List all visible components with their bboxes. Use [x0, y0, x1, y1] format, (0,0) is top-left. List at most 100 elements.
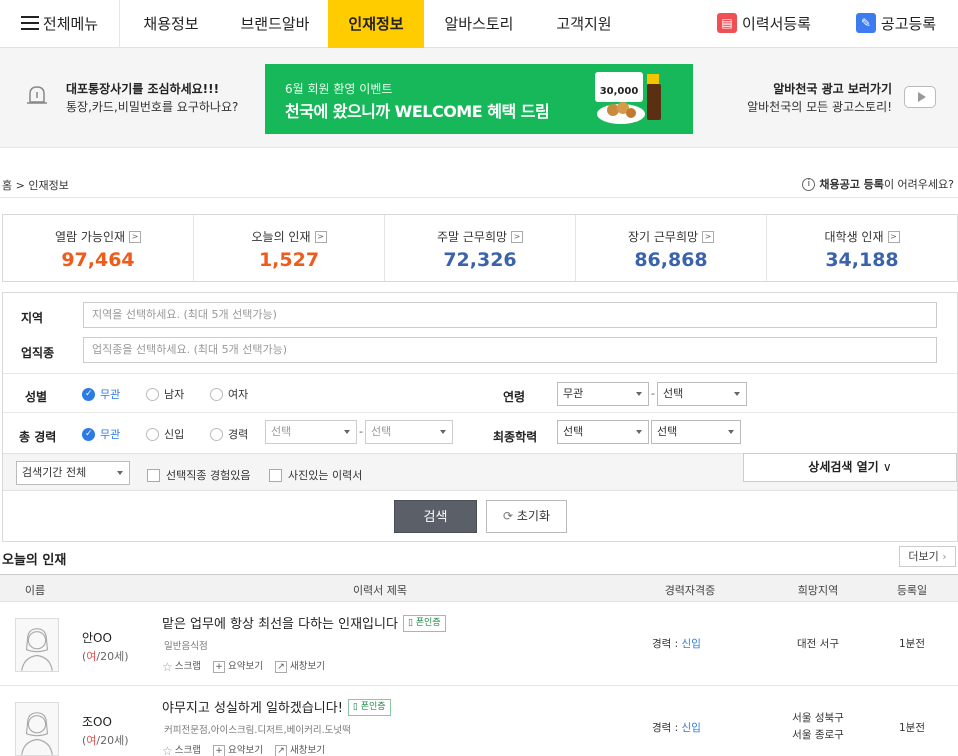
career-to-select[interactable]: 선택: [365, 420, 453, 444]
scrap-button[interactable]: ☆ 스크랩: [162, 660, 201, 674]
promo-title: 천국에 왔으니까 WELCOME 혜택 드림: [285, 102, 550, 121]
summary-button[interactable]: + 요약보기: [213, 660, 263, 673]
chevron-down-icon: [636, 430, 642, 434]
search-panel: 지역 지역을 선택하세요. (최대 5개 선택가능) 업직종 업직종을 선택하세…: [2, 292, 958, 542]
registered-time: 1분전: [898, 638, 925, 650]
resume-icon: ▤: [716, 12, 737, 33]
promo-subtitle: 6월 회원 환영 이벤트: [285, 82, 393, 96]
candidate-gender: 여: [86, 650, 97, 663]
search-button[interactable]: 검색: [394, 500, 477, 533]
chevron-right-icon: >: [511, 230, 524, 243]
period-select[interactable]: 검색기간 전체: [16, 461, 130, 485]
select-value: 무관: [563, 387, 584, 400]
radio-label: 무관: [100, 388, 121, 401]
radio-label: 경력: [228, 428, 249, 441]
stat-browsable[interactable]: 열람 가능인재 > 97,464: [3, 215, 194, 281]
education-label: 최종학력: [493, 430, 538, 444]
chevron-down-icon: [636, 392, 642, 396]
chevron-right-icon: >: [314, 230, 327, 243]
help-bold: 채용공고 등록: [819, 178, 884, 191]
stat-longterm[interactable]: 장기 근무희망 > 86,868: [576, 215, 767, 281]
gender-radio-male[interactable]: 남자: [146, 387, 184, 402]
desired-region-list: 서울 성북구서울 종로구: [770, 710, 866, 744]
header-name: 이름: [24, 584, 46, 597]
warning-title: 대포통장사기를 조심하세요!!!: [66, 82, 220, 96]
stat-value: 97,464: [61, 249, 135, 271]
desired-region: 서울 종로구: [792, 729, 844, 741]
header-career: 경력자격증: [664, 584, 716, 597]
education-from-select[interactable]: 선택: [557, 420, 649, 444]
radio-icon: [146, 387, 159, 401]
resume-title-text: 야무지고 성실하게 일하겠습니다!: [162, 701, 343, 716]
checkbox-icon: [269, 468, 282, 482]
play-icon[interactable]: [904, 86, 936, 108]
chevron-down-icon: [440, 430, 446, 434]
promo-banner[interactable]: 6월 회원 환영 이벤트 천국에 왔으니까 WELCOME 혜택 드림 30,0…: [265, 64, 693, 134]
experience-checkbox[interactable]: 선택직종 경험있음: [147, 467, 250, 483]
radio-label: 무관: [100, 428, 121, 441]
all-menu-button[interactable]: 전체메뉴: [0, 0, 120, 48]
job-input[interactable]: 업직종을 선택하세요. (최대 5개 선택가능): [83, 337, 937, 363]
job-register-link[interactable]: ✎ 공고등록: [846, 0, 946, 48]
radio-checked-icon: [82, 387, 95, 401]
registered-time: 1분전: [898, 722, 925, 734]
table-row[interactable]: 조OO (여/20세) 야무지고 성실하게 일하겠습니다! ▯ 폰인증 커피전문점…: [0, 686, 958, 756]
nav-item-brand[interactable]: 브랜드알바: [222, 0, 328, 48]
resume-register-label: 이력서등록: [741, 15, 811, 33]
stat-value: 1,527: [258, 249, 320, 271]
new-window-button[interactable]: ↗ 새창보기: [275, 660, 325, 673]
stat-value: 34,188: [825, 249, 899, 271]
nav-item-support[interactable]: 고객지원: [534, 0, 634, 48]
new-window-label: 새창보기: [290, 661, 325, 672]
job-label: 업직종: [21, 346, 55, 360]
stat-weekend[interactable]: 주말 근무희망 > 72,326: [385, 215, 576, 281]
photo-checkbox[interactable]: 사진있는 이력서: [269, 467, 362, 483]
candidate-gender: 여: [86, 734, 97, 747]
nav-item-jobs[interactable]: 채용정보: [120, 0, 222, 48]
resume-title[interactable]: 맡은 업무에 항상 최선을 다하는 인재입니다 ▯ 폰인증: [162, 613, 446, 633]
candidate-gender-age: (여/20세): [82, 650, 129, 663]
gender-radio-any[interactable]: 무관: [82, 387, 121, 402]
age-to-select[interactable]: 선택: [657, 382, 747, 406]
more-button[interactable]: 더보기 ›: [899, 546, 956, 567]
gender-radio-female[interactable]: 여자: [210, 387, 248, 402]
career-radio-exp[interactable]: 경력: [210, 427, 249, 442]
hamburger-icon: [20, 15, 39, 30]
resume-register-link[interactable]: ▤ 이력서등록: [708, 0, 820, 48]
career-from-select[interactable]: 선택: [265, 420, 357, 444]
age-from-select[interactable]: 무관: [557, 382, 649, 406]
age-label: 연령: [503, 390, 526, 404]
new-window-label: 새창보기: [290, 745, 325, 756]
career-value: 신입: [681, 638, 701, 650]
resume-title[interactable]: 야무지고 성실하게 일하겠습니다! ▯ 폰인증: [162, 697, 391, 717]
education-to-select[interactable]: 선택: [651, 420, 741, 444]
career-radio-new[interactable]: 신입: [146, 427, 184, 442]
nav-item-talent[interactable]: 인재정보: [328, 0, 424, 48]
detail-search-label: 상세검색 열기: [808, 460, 879, 474]
stat-today[interactable]: 오늘의 인재 > 1,527: [194, 215, 385, 281]
desired-region: 서울 성북구: [792, 712, 844, 724]
stat-student[interactable]: 대학생 인재 > 34,188: [767, 215, 957, 281]
new-window-button[interactable]: ↗ 새창보기: [275, 744, 325, 756]
select-value: 검색기간 전체: [22, 466, 87, 479]
reset-button[interactable]: ⟳ 초기화: [486, 500, 567, 533]
nav-item-story[interactable]: 알바스토리: [424, 0, 534, 48]
region-input[interactable]: 지역을 선택하세요. (최대 5개 선택가능): [83, 302, 937, 328]
resume-category: 커피전문점,아이스크림.디저트,베이커리.도넛떡: [164, 725, 351, 736]
candidate-name: 안OO: [82, 631, 112, 645]
help-link[interactable]: i 채용공고 등록이 어려우세요?: [802, 176, 954, 192]
resume-title-text: 맡은 업무에 항상 최선을 다하는 인재입니다: [162, 617, 398, 632]
career-label: 경력 :: [652, 722, 682, 734]
more-label: 더보기: [908, 550, 939, 563]
select-value: 선택: [371, 425, 392, 438]
table-row[interactable]: 안OO (여/20세) 맡은 업무에 항상 최선을 다하는 인재입니다 ▯ 폰인증…: [0, 602, 958, 686]
detail-search-toggle[interactable]: 상세검색 열기 ∨: [743, 453, 957, 482]
divider: [0, 197, 958, 198]
career-radio-any[interactable]: 무관: [82, 427, 121, 442]
scrap-label: 스크랩: [174, 661, 201, 672]
select-value: 선택: [663, 387, 684, 400]
summary-button[interactable]: + 요약보기: [213, 744, 263, 756]
candidate-age: /20세): [96, 650, 129, 663]
stat-value: 86,868: [634, 249, 708, 271]
scrap-button[interactable]: ☆ 스크랩: [162, 744, 201, 756]
